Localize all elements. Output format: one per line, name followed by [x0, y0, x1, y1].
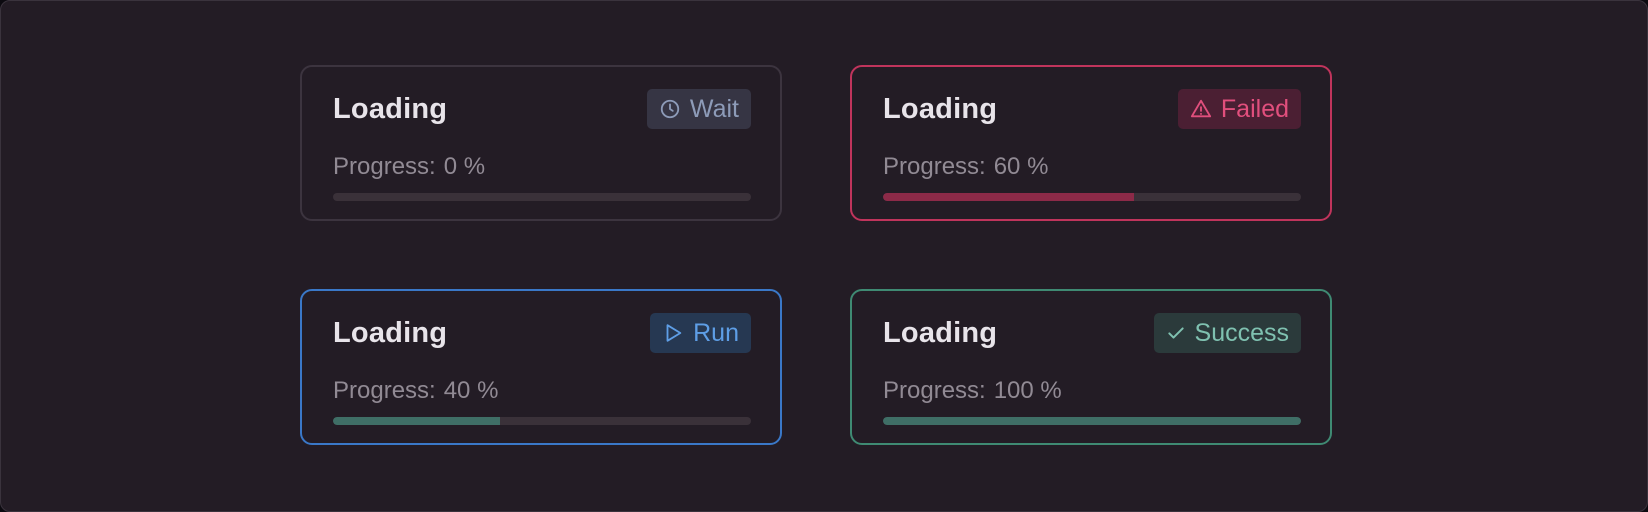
progress-bar	[333, 417, 751, 425]
status-label: Wait	[689, 94, 739, 123]
status-badge-failed: Failed	[1177, 89, 1301, 129]
warning-triangle-icon	[1190, 98, 1212, 120]
progress-bar-fill	[883, 417, 1301, 425]
progress-label: Progress:	[883, 153, 986, 180]
status-label: Failed	[1220, 94, 1289, 123]
task-card-failed: Loading Failed Progress: 60 %	[850, 65, 1332, 221]
progress-bar	[883, 417, 1301, 425]
progress-bar-fill	[333, 417, 501, 425]
status-label: Run	[693, 318, 739, 347]
status-badge-success: Success	[1153, 313, 1301, 353]
progress-text: Progress: 0 %	[333, 153, 485, 181]
card-title: Loading	[883, 317, 998, 349]
progress-value: 40 %	[443, 377, 499, 404]
progress-text: Progress: 60 %	[883, 153, 1048, 181]
progress-label: Progress:	[333, 377, 436, 404]
app-frame: Loading Wait Progress: 0 % Loading Faile…	[0, 0, 1648, 512]
checkmark-icon	[1166, 323, 1186, 343]
progress-label: Progress:	[333, 153, 436, 180]
progress-bar	[333, 193, 751, 201]
play-icon	[662, 321, 684, 345]
task-card-run: Loading Run Progress: 40 %	[300, 289, 782, 445]
card-title: Loading	[333, 93, 448, 125]
card-title: Loading	[883, 93, 998, 125]
progress-text: Progress: 40 %	[333, 377, 498, 405]
progress-bar	[883, 193, 1301, 201]
task-card-wait: Loading Wait Progress: 0 %	[300, 65, 782, 221]
status-badge-run: Run	[650, 313, 751, 353]
status-badge-wait: Wait	[646, 89, 751, 129]
progress-label: Progress:	[883, 377, 986, 404]
clock-icon	[659, 98, 681, 120]
progress-value: 100 %	[993, 377, 1062, 404]
task-card-success: Loading Success Progress: 100 %	[850, 289, 1332, 445]
progress-text: Progress: 100 %	[883, 377, 1062, 405]
card-title: Loading	[333, 317, 448, 349]
progress-bar-fill	[883, 193, 1134, 201]
status-label: Success	[1194, 318, 1289, 347]
progress-value: 60 %	[993, 153, 1049, 180]
progress-value: 0 %	[443, 153, 486, 180]
